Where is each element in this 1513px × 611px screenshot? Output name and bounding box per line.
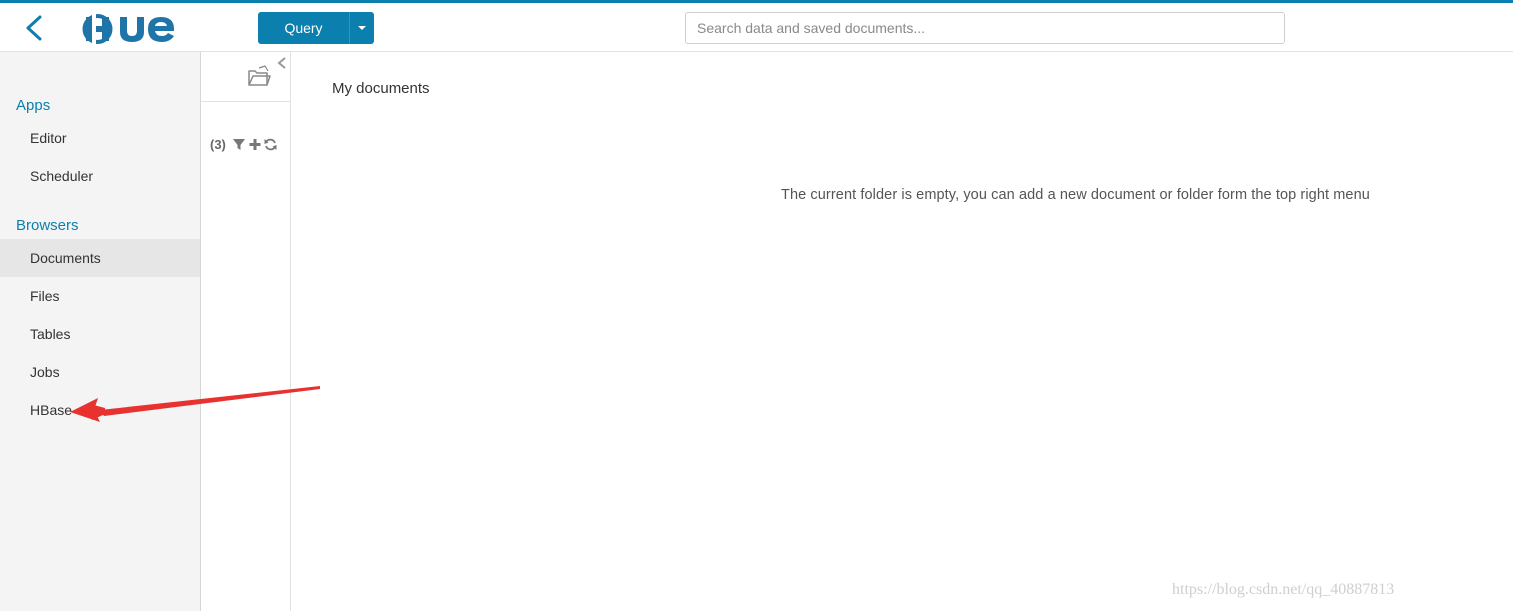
top-navbar: Query [0, 0, 1513, 52]
query-button[interactable]: Query [258, 12, 349, 44]
hue-logo[interactable] [82, 11, 182, 47]
sidebar-item-hbase[interactable]: HBase [0, 391, 200, 429]
global-search-input[interactable] [685, 12, 1285, 44]
back-chevron-icon[interactable] [20, 13, 50, 43]
folder-open-icon[interactable] [247, 65, 271, 87]
sidebar-item-scheduler[interactable]: Scheduler [0, 157, 200, 195]
folder-panel-divider [201, 101, 290, 102]
collapse-panel-icon[interactable] [276, 56, 288, 70]
filter-icon[interactable] [233, 138, 245, 151]
caret-down-icon [358, 26, 366, 30]
empty-folder-message: The current folder is empty, you can add… [781, 187, 1370, 203]
sidebar-item-jobs[interactable]: Jobs [0, 353, 200, 391]
hue-window: Query Apps Editor Scheduler Browsers Doc… [0, 0, 1513, 611]
refresh-icon[interactable] [264, 138, 277, 151]
folder-panel: (3) [201, 52, 291, 611]
watermark: https://blog.csdn.net/qq_40887813 [1172, 581, 1395, 598]
sidebar-item-editor[interactable]: Editor [0, 119, 200, 157]
left-sidebar: Apps Editor Scheduler Browsers Documents… [0, 52, 201, 611]
apps-section-label: Apps [16, 97, 51, 114]
browsers-section-label: Browsers [16, 217, 79, 234]
query-button-group: Query [258, 12, 374, 44]
sidebar-item-tables[interactable]: Tables [0, 315, 200, 353]
query-dropdown-toggle[interactable] [349, 12, 374, 44]
plus-icon[interactable] [249, 138, 261, 151]
page-title: My documents [332, 80, 430, 97]
sidebar-item-files[interactable]: Files [0, 277, 200, 315]
document-count: (3) [210, 137, 226, 152]
sidebar-item-documents[interactable]: Documents [0, 239, 200, 277]
